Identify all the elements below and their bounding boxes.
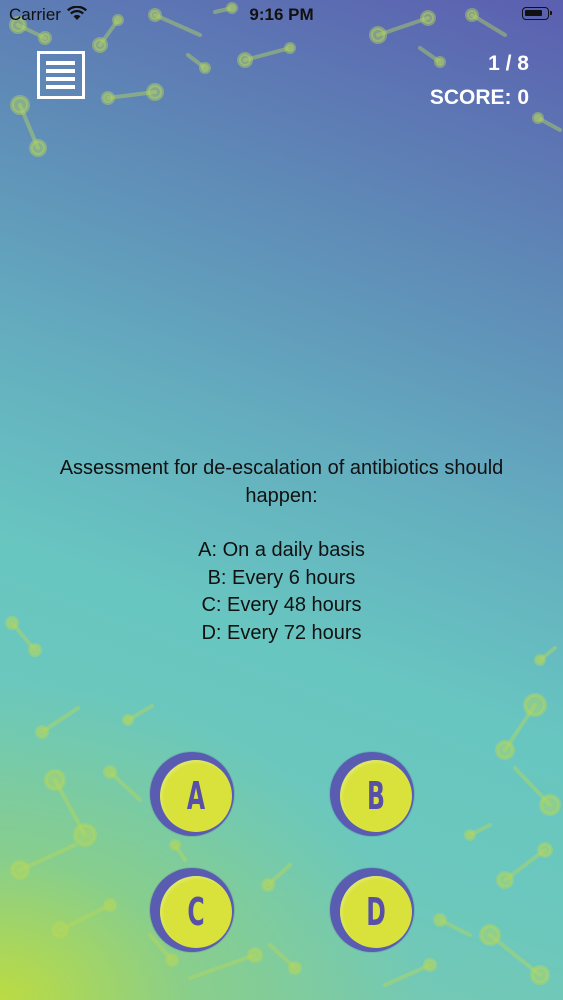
answer-c-label: C xyxy=(187,890,205,934)
question-text: Assessment for de-escalation of antibiot… xyxy=(59,457,504,507)
question-panel: Assessment for de-escalation of antibiot… xyxy=(20,455,543,647)
answer-a-label: A xyxy=(186,774,206,818)
answer-d-button[interactable]: D xyxy=(330,868,414,952)
answer-b-label: B xyxy=(367,774,385,818)
status-bar: Carrier 9:16 PM xyxy=(0,0,563,30)
status-time: 9:16 PM xyxy=(249,5,314,24)
option-d: D: Every 72 hours xyxy=(201,621,362,644)
quiz-screen: Carrier 9:16 PM 1 / 8 SCORE: 0 Assessmen… xyxy=(0,0,563,1000)
answer-b-button[interactable]: B xyxy=(330,752,414,836)
score-display: SCORE: 0 xyxy=(429,86,529,109)
options-list: A: On a daily basis B: Every 6 hours C: … xyxy=(20,537,543,647)
answer-a-button[interactable]: A xyxy=(150,752,234,836)
answer-c-button[interactable]: C xyxy=(150,868,234,952)
answer-d-label: D xyxy=(366,890,386,934)
menu-button[interactable] xyxy=(37,51,85,99)
option-c: C: Every 48 hours xyxy=(201,594,362,616)
battery-icon xyxy=(522,7,552,20)
question-progress: 1 / 8 xyxy=(488,52,529,75)
option-a: A: On a daily basis xyxy=(198,539,365,561)
option-b: B: Every 6 hours xyxy=(207,566,356,589)
